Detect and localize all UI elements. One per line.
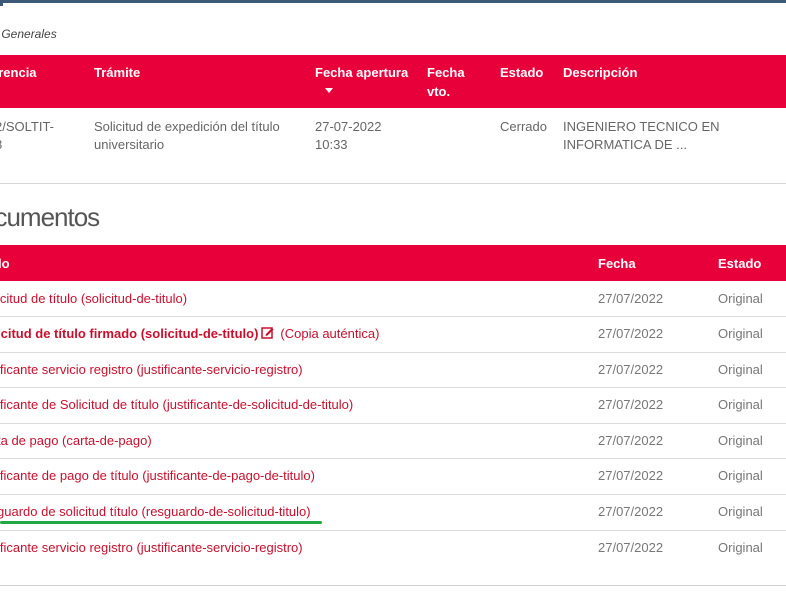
document-date: 27/07/2022	[598, 540, 664, 555]
header-fecha-vto-line1: Fecha	[427, 65, 465, 80]
document-link[interactable]: ificante servicio registro (justificante…	[0, 362, 303, 377]
document-link[interactable]: icitud de título firmado (solicitud-de-t…	[0, 326, 258, 341]
row-divider	[0, 316, 786, 317]
document-link[interactable]: ta de pago (carta-de-pago)	[0, 433, 152, 448]
header-tramite: Trámite	[94, 65, 141, 80]
caret-down-icon[interactable]	[325, 88, 333, 93]
document-state: Original	[718, 433, 763, 448]
signed-document-row[interactable]: icitud de título firmado (solicitud-de-t…	[0, 326, 379, 341]
header-fecha: Fecha	[598, 256, 636, 271]
row-tramite-line2: universitario	[94, 137, 165, 152]
header-titulo: lo	[0, 256, 10, 271]
row-tramite-line1: Solicitud de expedición del título	[94, 119, 280, 134]
tramites-table-bottom-divider	[0, 183, 786, 184]
top-divider-tick	[0, 0, 3, 6]
document-date: 27/07/2022	[598, 362, 664, 377]
documentos-title: ocumentos	[0, 202, 100, 232]
documentos-table-header	[0, 245, 786, 281]
edit-signed-icon[interactable]	[261, 326, 274, 339]
document-link[interactable]: ificante servicio registro (justificante…	[0, 540, 303, 555]
document-link[interactable]: guardo de solicitud título (resguardo-de…	[0, 504, 311, 519]
row-fecha-line1: 27-07-2022	[315, 119, 382, 134]
row-divider	[0, 530, 786, 531]
row-fecha-line2: 10:33	[315, 137, 348, 152]
top-divider	[0, 0, 786, 3]
row-referencia-line1[interactable]: 2/SOLTIT-	[0, 117, 54, 136]
document-state: Original	[718, 362, 763, 377]
row-divider	[0, 387, 786, 388]
copia-autentica-link[interactable]: (Copia auténtica)	[280, 326, 379, 341]
document-state: Original	[718, 291, 763, 306]
row-divider	[0, 352, 786, 353]
row-divider	[0, 494, 786, 495]
highlight-underline	[0, 521, 322, 524]
header-fecha-vto-line2: vto.	[427, 84, 451, 99]
header-estado: Estado	[500, 65, 544, 80]
documentos-table-bottom-divider	[0, 585, 786, 586]
header-fecha-apertura[interactable]: Fecha apertura	[315, 63, 408, 82]
document-date: 27/07/2022	[598, 326, 664, 341]
row-descripcion-line1: INGENIERO TECNICO EN	[563, 119, 720, 134]
row-divider	[0, 458, 786, 459]
document-state: Original	[718, 397, 763, 412]
row-descripcion-line2: INFORMATICA DE ...	[563, 137, 687, 152]
document-state: Original	[718, 468, 763, 483]
document-date: 27/07/2022	[598, 468, 664, 483]
row-divider	[0, 423, 786, 424]
header-doc-estado: Estado	[718, 256, 762, 271]
row-estado: Cerrado	[500, 119, 547, 134]
header-referencia: erencia	[0, 65, 37, 80]
document-state: Original	[718, 326, 763, 341]
document-date: 27/07/2022	[598, 433, 664, 448]
header-descripcion: Descripción	[563, 65, 638, 80]
document-link[interactable]: ificante de Solicitud de título (justifi…	[0, 397, 353, 412]
document-link[interactable]: ificante de pago de título (justificante…	[0, 468, 315, 483]
document-state: Original	[718, 540, 763, 555]
document-date: 27/07/2022	[598, 291, 664, 306]
document-state: Original	[718, 504, 763, 519]
document-date: 27/07/2022	[598, 504, 664, 519]
section-subtitle: s Generales	[0, 27, 57, 41]
document-link[interactable]: icitud de título (solicitud-de-titulo)	[0, 291, 187, 306]
row-referencia-line2[interactable]: 8	[0, 135, 2, 154]
document-date: 27/07/2022	[598, 397, 664, 412]
